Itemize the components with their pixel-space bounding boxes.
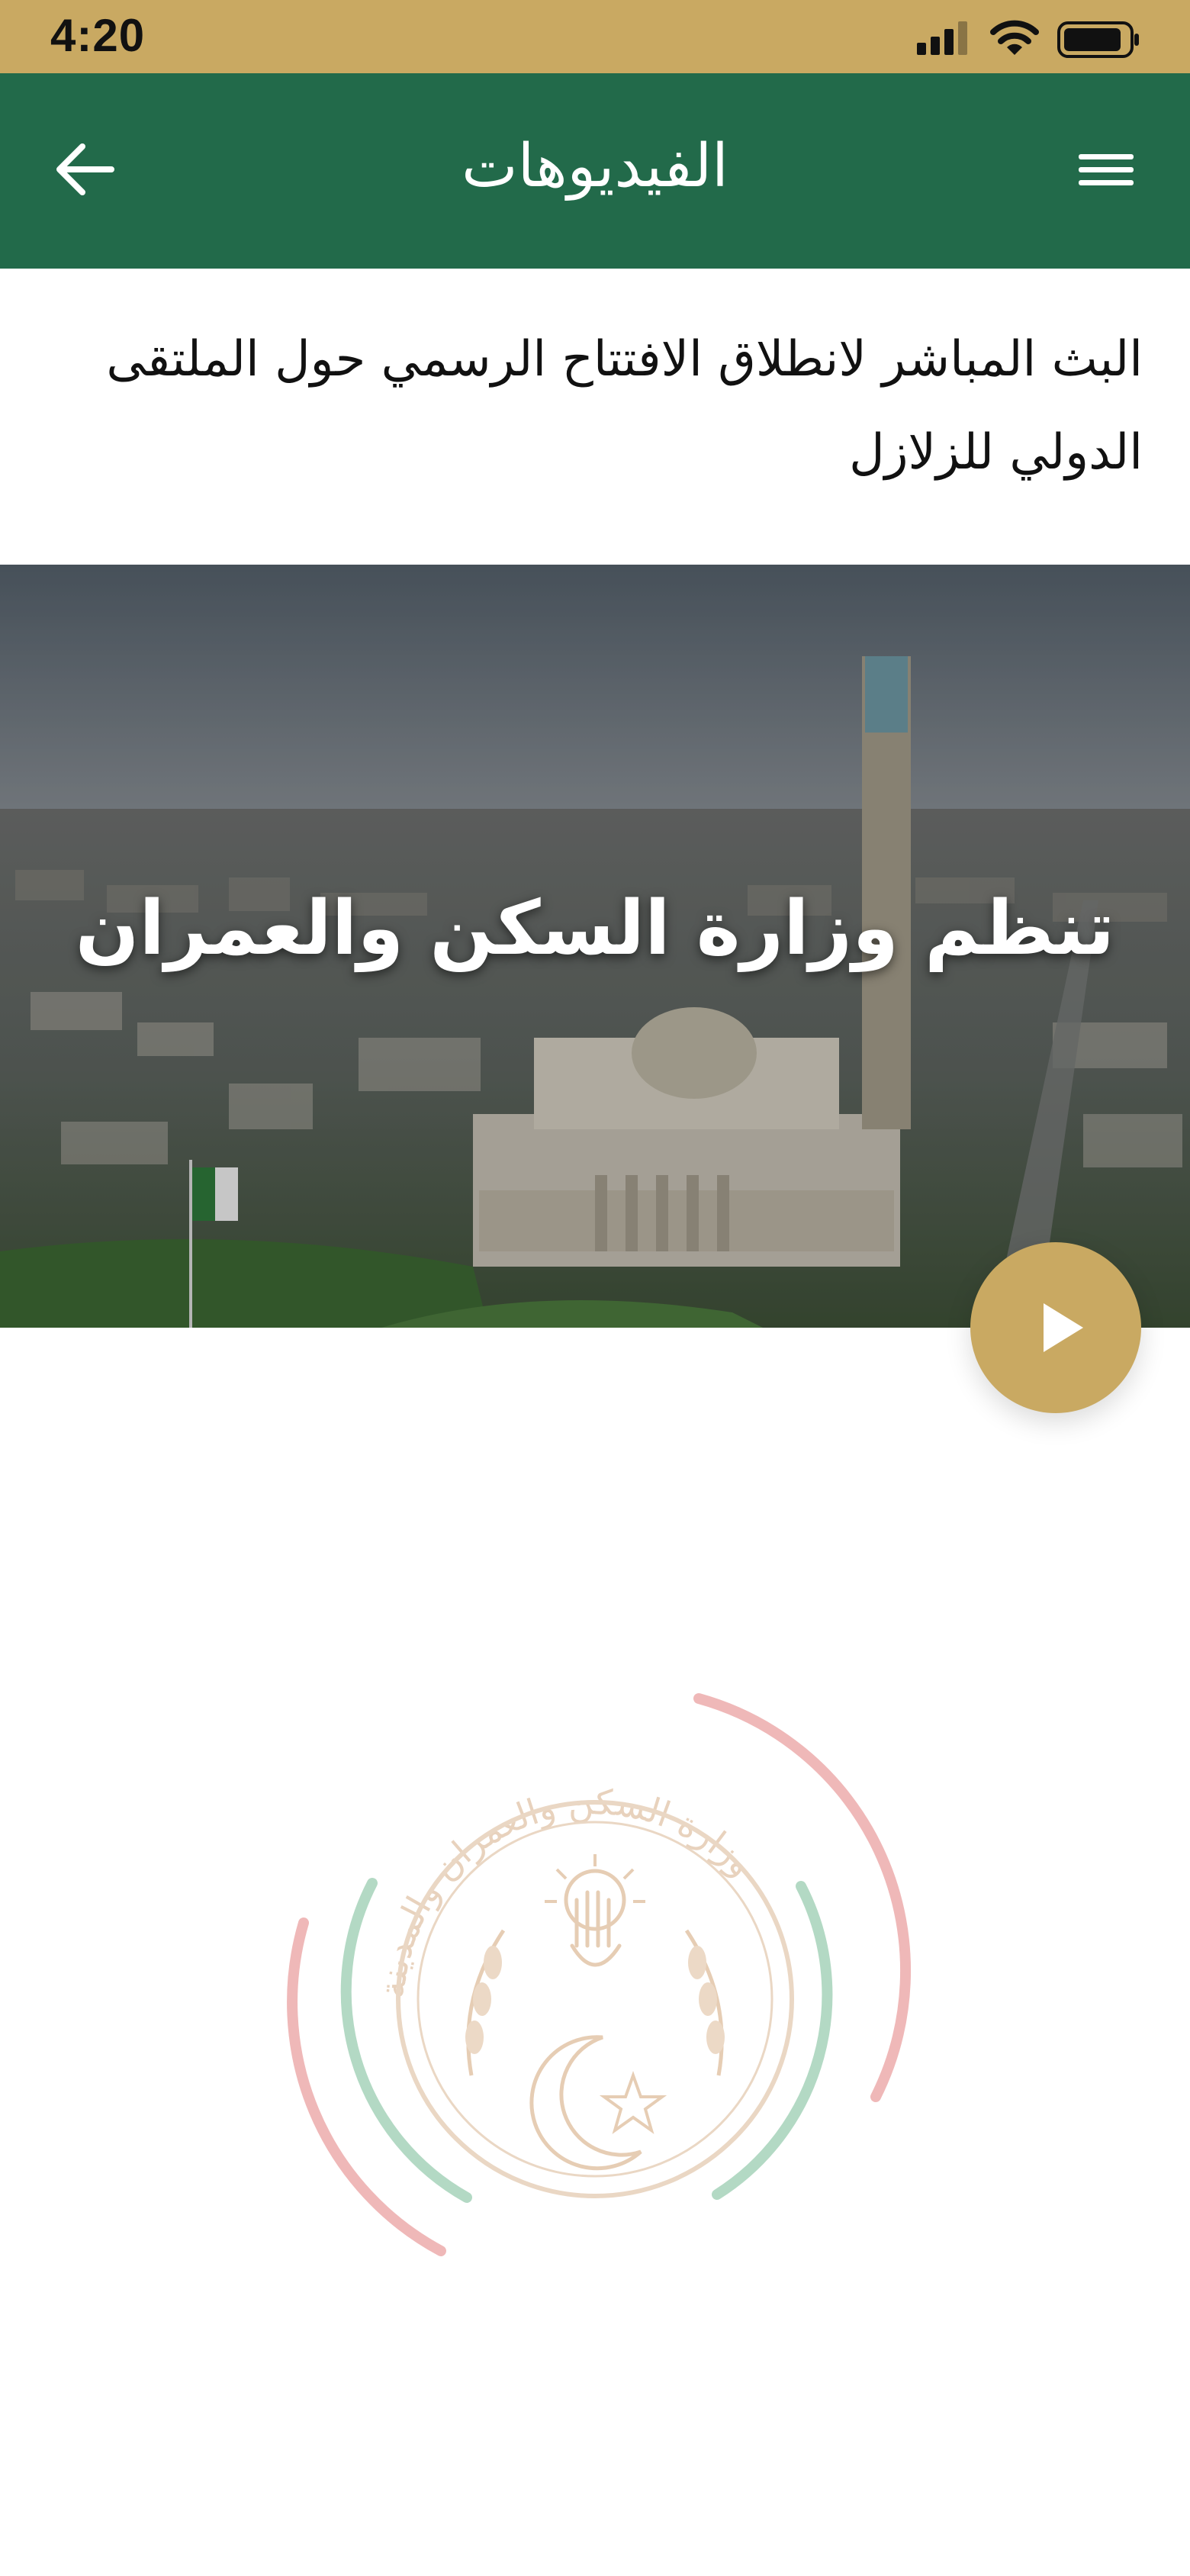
battery-icon [1057,21,1139,58]
status-time: 4:20 [50,10,146,61]
thumbnail-overlay-text: تنظم وزارة السكن والعمران [75,885,1115,972]
video-thumbnail[interactable]: تنظم وزارة السكن والعمران [0,565,1190,1328]
hamburger-menu-icon [1079,154,1134,185]
wifi-icon [990,20,1039,55]
page-title: الفيديوهات [462,132,728,201]
play-button[interactable] [970,1242,1141,1413]
menu-button[interactable] [1066,131,1143,208]
ministry-emblem-icon: وزارة السكن والعمران والمدينة [287,1693,912,2256]
status-bar: 4:20 [0,0,1190,73]
back-button[interactable] [47,131,124,208]
video-title[interactable]: البث المباشر لانطلاق الافتتاح الرسمي حول… [61,313,1143,499]
arrow-left-icon [56,143,114,195]
status-icons [917,20,1139,58]
app-bar: الفيديوهات [0,73,1190,269]
signal-icon [917,21,967,55]
play-icon [1044,1303,1083,1352]
ministry-logo: وزارة السكن والعمران والمدينة [275,1679,915,2289]
